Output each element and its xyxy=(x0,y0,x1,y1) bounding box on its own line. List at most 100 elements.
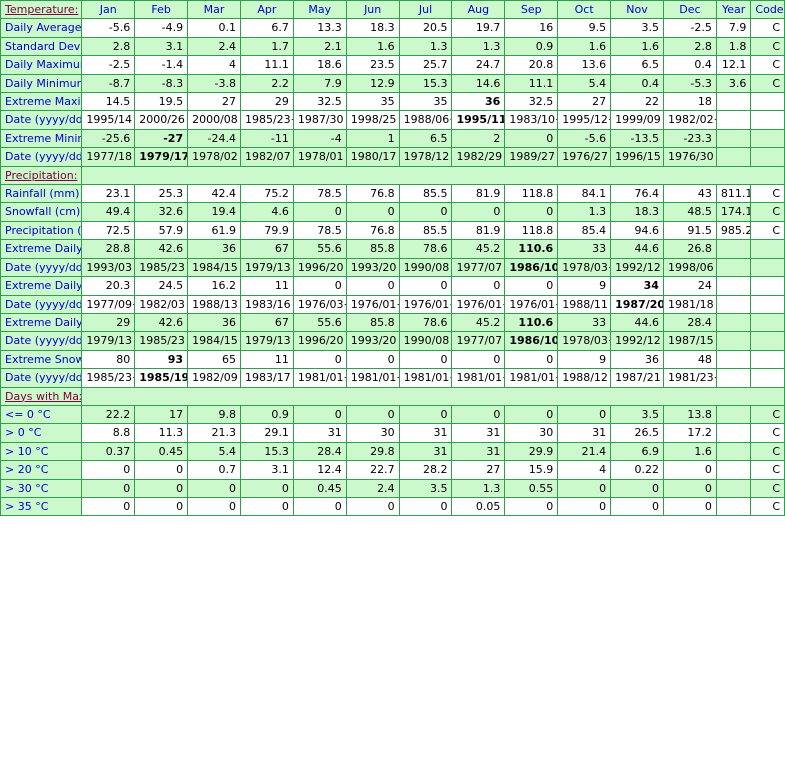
data-cell: 1985/23+ xyxy=(81,368,136,388)
data-cell: 1988/11 xyxy=(557,294,612,314)
data-cell: 23.5 xyxy=(345,55,400,75)
data-cell: 36 xyxy=(187,239,241,259)
data-cell: 2.8 xyxy=(662,36,717,57)
column-header-apr: Apr xyxy=(239,0,294,20)
table-row: > 35 °C 0 0 0 0 0 0 0 0.05 0 0 0 0 C xyxy=(0,496,785,517)
year-cell xyxy=(715,496,752,517)
data-cell: 1976/01+ xyxy=(451,294,506,314)
data-cell: 29 xyxy=(239,92,294,112)
section-title: Precipitation: xyxy=(0,165,83,186)
data-cell: 0 xyxy=(662,496,717,517)
code-cell xyxy=(750,128,785,149)
row-label: > 35 °C xyxy=(0,496,83,517)
data-cell: 76.8 xyxy=(345,184,400,204)
data-cell: 0.45 xyxy=(292,478,347,498)
data-cell: 85.8 xyxy=(345,312,400,333)
code-cell xyxy=(750,312,785,333)
code-cell xyxy=(750,239,785,259)
year-cell xyxy=(715,478,752,498)
row-label: <= 0 °C xyxy=(0,404,83,425)
data-cell: 1981/01+ xyxy=(451,368,506,388)
data-cell: 3.5 xyxy=(610,18,664,38)
data-cell: 36 xyxy=(610,349,664,370)
data-cell: 0 xyxy=(504,128,559,149)
year-cell xyxy=(715,110,752,130)
data-cell: 31 xyxy=(292,423,347,443)
table-row: Date (yyyy/dd)1977/09+1982/031988/131983… xyxy=(0,294,785,314)
data-cell: 20.5 xyxy=(398,18,453,38)
data-cell: 0 xyxy=(292,496,347,517)
section-header-row: Temperature: Jan Feb Mar Apr May Jun Jul Aug Sep O… xyxy=(0,0,785,20)
row-label: > 10 °C xyxy=(0,441,83,462)
data-cell: 2000/08 xyxy=(187,110,241,130)
data-cell: 110.6 xyxy=(504,239,559,259)
data-cell: 0 xyxy=(610,478,664,498)
data-cell: 1995/12+ xyxy=(557,110,612,130)
data-cell: 1.6 xyxy=(610,36,664,57)
data-cell: 81.9 xyxy=(451,184,506,204)
data-cell: 12.9 xyxy=(345,73,400,94)
data-cell: 48.5 xyxy=(662,202,717,222)
data-cell: 0 xyxy=(398,404,453,425)
data-cell: 33 xyxy=(557,239,612,259)
data-cell: 1992/12 xyxy=(610,331,664,351)
table-row: Extreme Minimum (°C)-25.6-27-24.4-11-416… xyxy=(0,128,785,149)
data-cell: 1981/01+ xyxy=(345,368,400,388)
data-cell: 0 xyxy=(557,404,612,425)
data-cell: 11 xyxy=(239,349,294,370)
code-cell: C xyxy=(750,460,785,480)
data-cell: 13.6 xyxy=(557,55,612,75)
data-cell: 13.8 xyxy=(662,404,717,425)
data-cell: -13.5 xyxy=(610,128,664,149)
code-cell xyxy=(750,276,785,296)
data-cell: -5.6 xyxy=(557,128,612,149)
data-cell: 1990/08 xyxy=(398,257,453,278)
data-cell: 25.3 xyxy=(134,184,189,204)
code-cell: C xyxy=(750,36,785,57)
data-cell: 0 xyxy=(345,276,400,296)
data-cell: 32.6 xyxy=(134,202,189,222)
year-cell xyxy=(715,312,752,333)
data-cell: 1996/20 xyxy=(292,257,347,278)
data-cell: 1983/16 xyxy=(239,294,294,314)
row-label: Daily Average (°C) xyxy=(0,18,83,38)
data-cell: 4 xyxy=(557,460,612,480)
data-cell: 0 xyxy=(557,478,612,498)
row-label: Rainfall (mm) xyxy=(0,184,83,204)
data-cell: 1998/25 xyxy=(345,110,400,130)
data-cell: 0 xyxy=(292,349,347,370)
data-cell: 26.5 xyxy=(610,423,664,443)
code-cell xyxy=(750,349,785,370)
table-row: Daily Minimum (°C)-8.7-8.3-3.82.27.912.9… xyxy=(0,73,785,94)
data-cell: 1998/06 xyxy=(662,257,717,278)
row-label: Extreme Daily Rainfall (mm) xyxy=(0,239,83,259)
data-cell: 0.55 xyxy=(504,478,559,498)
data-cell: 1979/13 xyxy=(239,257,294,278)
row-label: Date (yyyy/dd) xyxy=(0,294,83,314)
data-cell: 14.6 xyxy=(451,73,506,94)
column-header-sep: Sep xyxy=(504,0,559,20)
data-cell: 27 xyxy=(187,92,241,112)
code-cell: C xyxy=(750,18,785,38)
data-cell: 0 xyxy=(662,460,717,480)
code-cell: C xyxy=(750,202,785,222)
data-cell: 31 xyxy=(398,423,453,443)
column-header-may: May xyxy=(292,0,347,20)
year-cell xyxy=(715,423,752,443)
column-header-code: Code xyxy=(750,0,785,20)
data-cell: 48 xyxy=(662,349,717,370)
code-cell: C xyxy=(750,73,785,94)
year-cell: 3.6 xyxy=(715,73,752,94)
data-cell: 22.7 xyxy=(345,460,400,480)
data-cell: 2.2 xyxy=(239,73,294,94)
data-cell: -4.9 xyxy=(134,18,189,38)
data-cell: 30 xyxy=(345,423,400,443)
data-cell: 1982/02+ xyxy=(662,110,717,130)
data-cell: 17 xyxy=(134,404,189,425)
table-row: > 30 °C 0 0 0 0 0.45 2.4 3.5 1.3 0.55 0 0 0 C xyxy=(0,478,785,498)
table-row: Extreme Maximum (°C)14.519.5272932.53535… xyxy=(0,92,785,112)
data-cell: 1977/07 xyxy=(451,257,506,278)
data-cell: 3.1 xyxy=(134,36,189,57)
data-cell: 13.3 xyxy=(292,18,347,38)
data-cell: 78.5 xyxy=(292,184,347,204)
